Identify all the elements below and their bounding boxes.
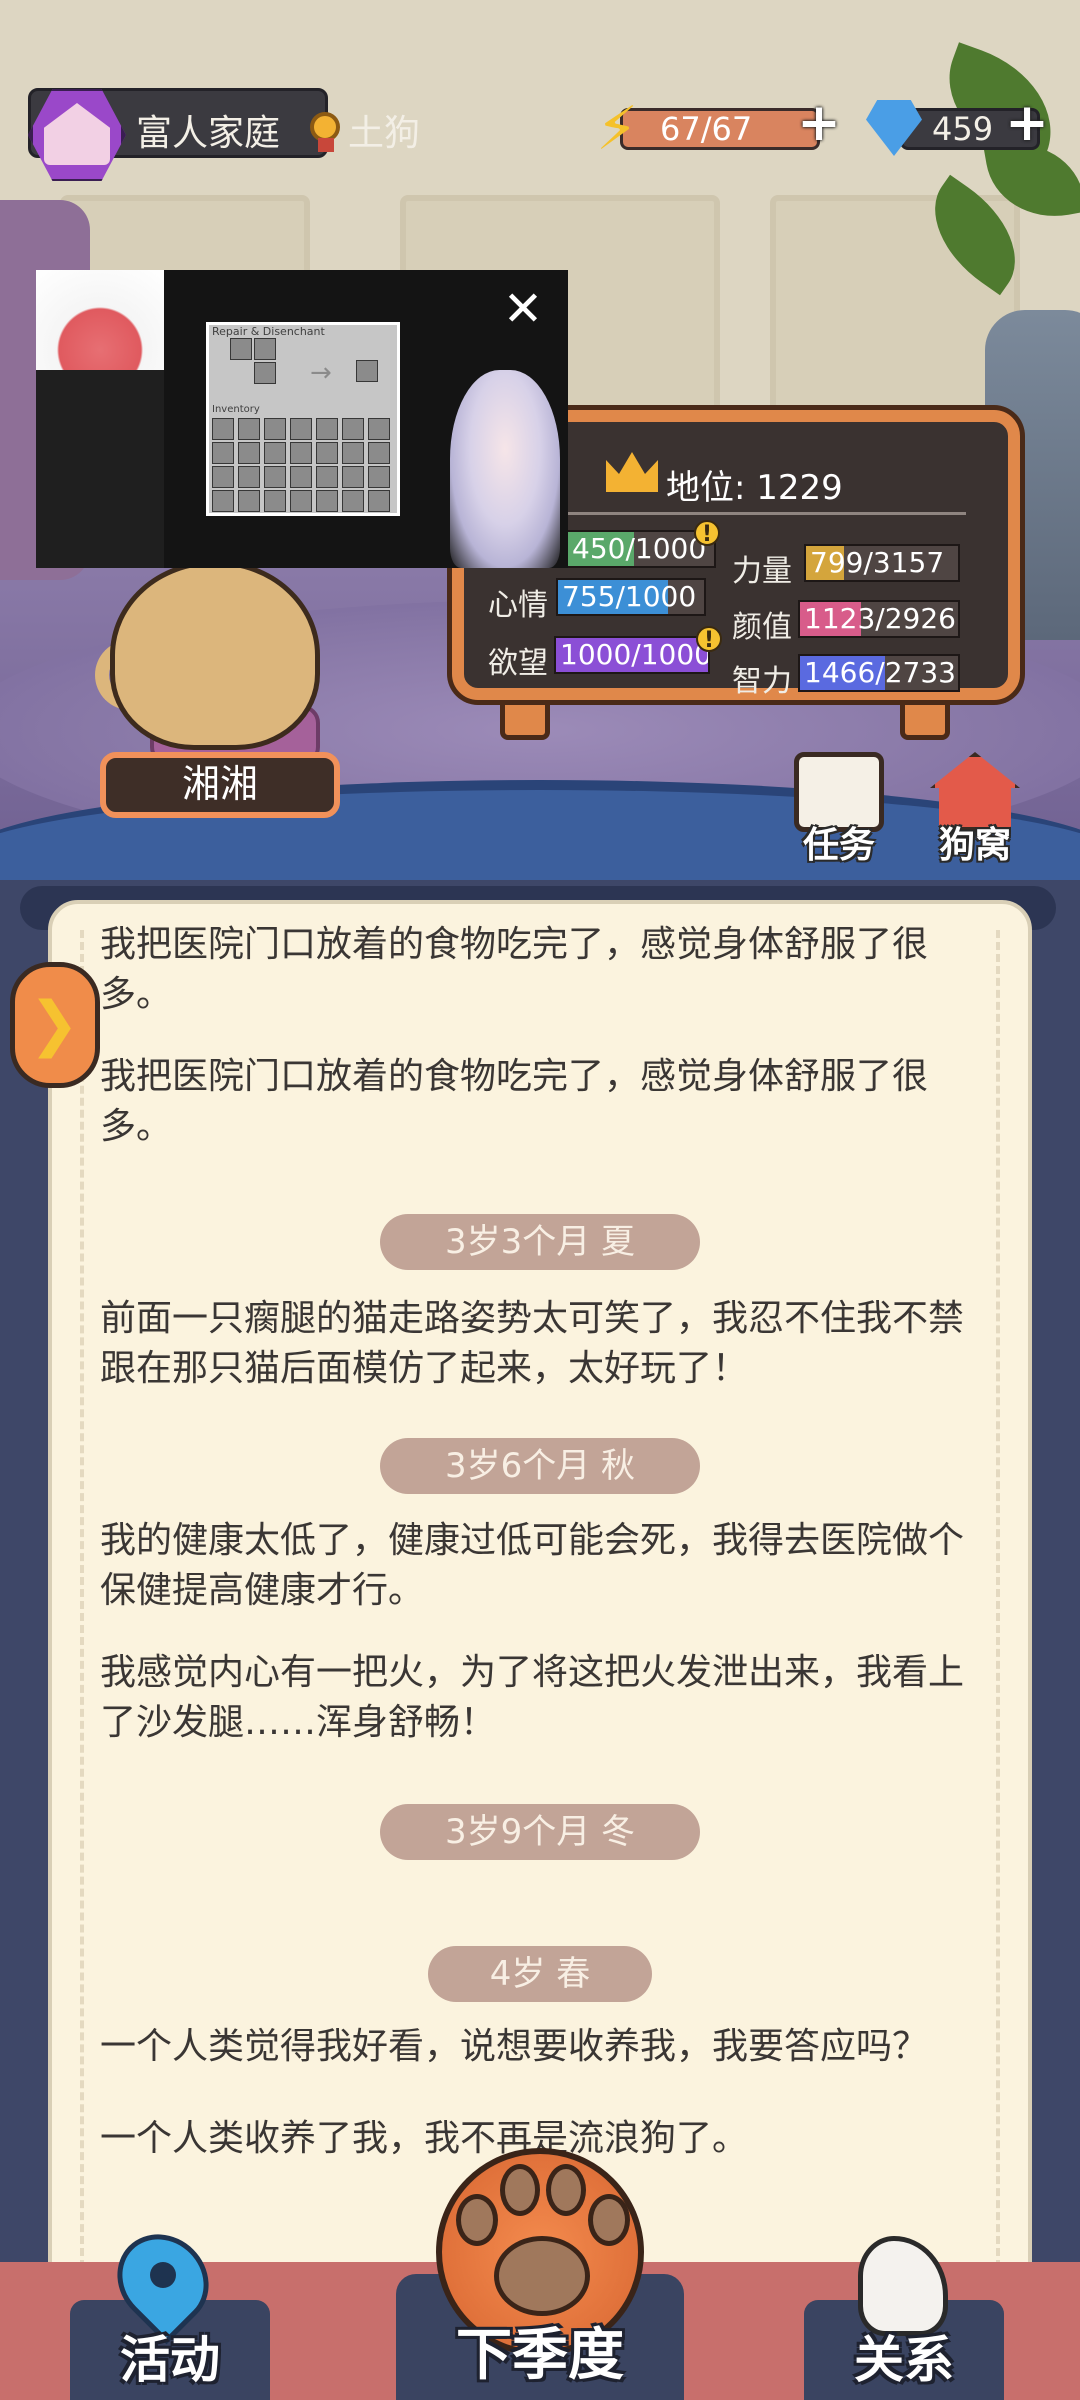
inventory-slot [212, 418, 234, 440]
energy-value: 67/67 [660, 110, 753, 148]
nav-next-season-label: 下季度 [456, 2323, 624, 2388]
medal-ribbon [318, 138, 334, 152]
inventory-slot [290, 442, 312, 464]
stat-bar: 755/1000 [556, 578, 706, 616]
inventory-slot [342, 418, 364, 440]
inventory-slot [342, 466, 364, 488]
arrow-icon: → [310, 358, 332, 388]
crafting-slot [356, 360, 378, 382]
inventory-slot [290, 418, 312, 440]
season-chip: 3岁6个月 秋 [380, 1438, 700, 1494]
stat-label: 颜值 [732, 610, 792, 645]
paw-toe [456, 2194, 498, 2246]
inventory-slot [368, 466, 390, 488]
paw-toe [500, 2164, 540, 2216]
inventory-slot [290, 490, 312, 512]
inventory-slot [212, 466, 234, 488]
inventory-slot [264, 466, 286, 488]
inventory-slot [368, 418, 390, 440]
add-gems-button[interactable]: + [1004, 97, 1050, 149]
pet-name: 湘湘 [100, 752, 340, 818]
inventory-window-title: Repair & Disenchant [212, 325, 325, 338]
inventory-slot [238, 418, 260, 440]
pet-dog[interactable] [110, 560, 320, 750]
inventory-slot [238, 466, 260, 488]
journal-entry: 我感觉内心有一把火，为了将这把火发泄出来，我看上了沙发腿……浑身舒畅！ [100, 1652, 965, 1743]
crafting-slot [230, 338, 252, 360]
journal-entry: 我的健康太低了，健康过低可能会死，我得去医院做个保健提高健康才行。 [100, 1520, 965, 1611]
stat-label: 智力 [732, 664, 792, 699]
crafting-slot [254, 338, 276, 360]
inventory-slot [264, 442, 286, 464]
home-type-label: 富人家庭 [136, 113, 281, 154]
stat-bar: 799/3157 [804, 544, 960, 582]
journal-log[interactable]: 我把医院门口放着的食物吃完了，感觉身体舒服了很多。 我把医院门口放着的食物吃完了… [100, 920, 980, 2260]
inventory-label: Inventory [212, 404, 260, 415]
paw-toe [588, 2194, 630, 2246]
nav-relations-label: 关系 [854, 2331, 954, 2389]
inventory-slot [342, 490, 364, 512]
stat-value: 755/1000 [562, 580, 697, 613]
inventory-slot [212, 490, 234, 512]
stat-bar: 1123/2926 [798, 600, 960, 638]
nav-activities-label: 活动 [120, 2331, 220, 2389]
kennel-button[interactable]: 狗窝 [916, 752, 1034, 866]
inventory-slot [368, 490, 390, 512]
warning-icon: ! [694, 520, 720, 547]
inventory-slot [264, 418, 286, 440]
inventory-slot [342, 442, 364, 464]
tasks-label: 任务 [802, 825, 875, 866]
paw-toe [546, 2164, 586, 2216]
inventory-slot [238, 490, 260, 512]
season-chip: 3岁9个月 冬 [380, 1804, 700, 1860]
stat-label: 欲望 [488, 646, 548, 681]
inventory-slot [316, 418, 338, 440]
season-chip: 4岁 春 [428, 1946, 652, 2002]
stat-value: 799/3157 [810, 546, 945, 579]
lightning-icon: ⚡ [596, 94, 639, 164]
stat-value: 450/1000 [572, 532, 707, 565]
inventory-slot [290, 466, 312, 488]
inventory-slot [316, 490, 338, 512]
add-energy-button[interactable]: + [796, 97, 842, 149]
streamer-avatar [450, 370, 560, 568]
rank-label: 土狗 [348, 113, 421, 154]
journal-entry: 前面一只瘸腿的猫走路姿势太可笑了，我忍不住我不禁跟在那只猫后面模仿了起来，太好玩… [100, 1298, 965, 1389]
stat-value: 1123/2926 [804, 602, 956, 635]
inventory-slot [316, 442, 338, 464]
journal-entry: 我把医院门口放着的食物吃完了，感觉身体舒服了很多。 [100, 924, 929, 1015]
status-value: 地位: 1229 [666, 468, 843, 508]
overlay-thumbnail [36, 270, 164, 370]
stat-bar: 1000/1000 [554, 636, 710, 674]
stat-label: 力量 [732, 554, 792, 589]
close-icon[interactable]: ✕ [498, 284, 548, 334]
journal-entry: 一个人类觉得我好看，说想要收养我，我要答应吗？ [100, 2026, 929, 2067]
stat-label: 心情 [488, 588, 548, 623]
journal-entry: 我把医院门口放着的食物吃完了，感觉身体舒服了很多。 [100, 1056, 929, 1147]
expand-button[interactable]: ❯ [10, 962, 100, 1088]
board-divider [556, 512, 966, 515]
stat-bar: 1466/2733 [798, 654, 960, 692]
inventory-slot [368, 442, 390, 464]
warning-icon: ! [696, 626, 722, 653]
stat-value: 1000/1000 [560, 638, 710, 671]
kennel-label: 狗窝 [938, 825, 1011, 866]
season-chip: 3岁3个月 夏 [380, 1214, 700, 1270]
chevron-right-icon: ❯ [29, 989, 80, 1059]
paw-pad [494, 2236, 590, 2316]
inventory-slot [264, 490, 286, 512]
overlay-dark-area [36, 370, 164, 568]
inventory-slot [316, 466, 338, 488]
location-pin-dot [150, 2262, 176, 2288]
gem-value: 459 [932, 110, 994, 148]
crafting-slot [254, 362, 276, 384]
stat-value: 1466/2733 [804, 656, 956, 689]
tasks-button[interactable]: 任务 [780, 752, 898, 866]
inventory-slot [212, 442, 234, 464]
inventory-slot [238, 442, 260, 464]
